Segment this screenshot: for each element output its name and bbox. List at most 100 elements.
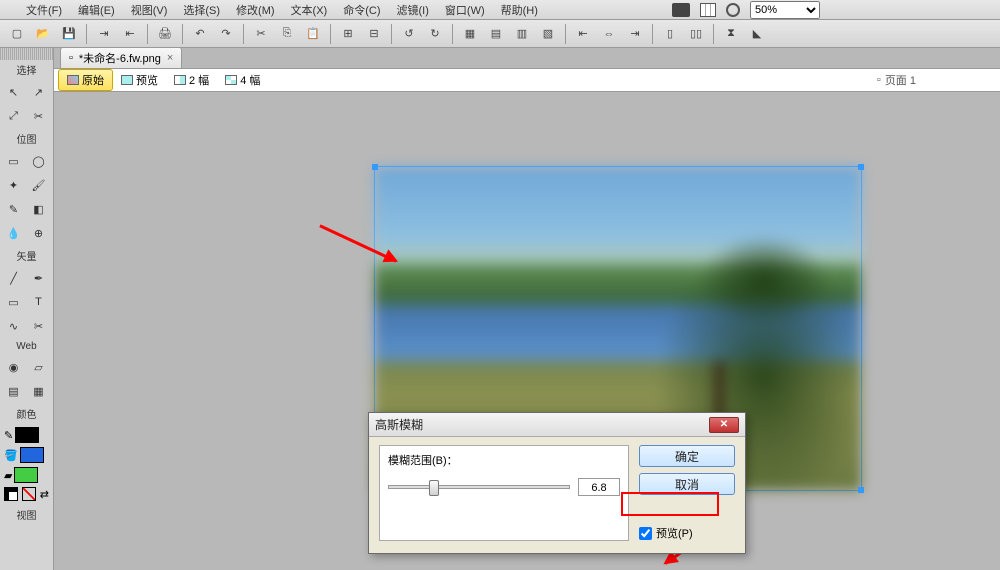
ok-button[interactable]: 确定: [639, 445, 735, 467]
lasso-tool-icon[interactable]: ◯: [27, 150, 50, 172]
handle-tl[interactable]: [372, 164, 378, 170]
show-slice-icon[interactable]: ▦: [27, 380, 50, 402]
wand-tool-icon[interactable]: ✦: [2, 174, 25, 196]
menu-window[interactable]: 窗口(W): [439, 0, 491, 20]
group-color-label: 颜色: [0, 404, 53, 423]
freeform-tool-icon[interactable]: ∿: [2, 315, 25, 337]
handle-tr[interactable]: [858, 164, 864, 170]
align-center-icon[interactable]: ⇔: [598, 23, 620, 45]
rect-tool-icon[interactable]: ▭: [2, 291, 25, 313]
canvas[interactable]: 高斯模糊 ✕ 模糊范围(B)： 6.8 确定 取消: [54, 92, 1000, 570]
pen-tool-icon[interactable]: ✒: [27, 267, 50, 289]
dialog-titlebar[interactable]: 高斯模糊 ✕: [369, 413, 745, 437]
stroke-swatch[interactable]: [15, 427, 39, 443]
hotspot-tool-icon[interactable]: ◉: [2, 356, 25, 378]
fill2-icon: ▰: [4, 469, 12, 482]
export-icon[interactable]: ⇤: [119, 23, 141, 45]
document-tab[interactable]: ▫ *未命名-6.fw.png ×: [60, 47, 182, 68]
menu-bar: 文件(F) 编辑(E) 视图(V) 选择(S) 修改(M) 文本(X) 命令(C…: [0, 0, 1000, 20]
cut-icon[interactable]: ✂: [250, 23, 272, 45]
undo-icon[interactable]: ↶: [189, 23, 211, 45]
swap-colors-icon[interactable]: ⇄: [40, 488, 49, 501]
subselect-tool-icon[interactable]: ↗: [27, 81, 50, 103]
view-mode-bar: 原始 预览 2 幅 4 幅 ▫页面 1: [54, 68, 1000, 92]
document-tabs: ▫ *未命名-6.fw.png ×: [54, 48, 1000, 68]
panel-grip[interactable]: [0, 48, 53, 60]
layout-grid-icon[interactable]: [700, 3, 716, 17]
save-icon[interactable]: 💾: [58, 23, 80, 45]
blur-slider[interactable]: [388, 485, 570, 489]
blur-value-input[interactable]: 6.8: [578, 478, 620, 496]
menu-filters[interactable]: 滤镜(I): [391, 0, 435, 20]
view-4up-label: 4 幅: [240, 72, 260, 88]
flip-v-icon[interactable]: ◣: [746, 23, 768, 45]
menu-commands[interactable]: 命令(C): [337, 0, 386, 20]
close-tab-icon[interactable]: ×: [167, 52, 173, 64]
no-color-icon[interactable]: [22, 487, 36, 501]
send-back-icon[interactable]: ▧: [537, 23, 559, 45]
new-file-icon[interactable]: ▢: [6, 23, 28, 45]
align-left-icon[interactable]: ⇤: [572, 23, 594, 45]
eraser-tool-icon[interactable]: ◧: [27, 198, 50, 220]
rotate-ccw-icon[interactable]: ↺: [398, 23, 420, 45]
open-file-icon[interactable]: 📂: [32, 23, 54, 45]
menu-help[interactable]: 帮助(H): [495, 0, 544, 20]
menu-select[interactable]: 选择(S): [177, 0, 226, 20]
text-tool-icon[interactable]: T: [27, 291, 50, 313]
align-right-icon[interactable]: ⇥: [624, 23, 646, 45]
view-preview-button[interactable]: 预览: [113, 70, 166, 90]
import-icon[interactable]: ⇥: [93, 23, 115, 45]
bring-forward-icon[interactable]: ▤: [485, 23, 507, 45]
line-tool-icon[interactable]: ╱: [2, 267, 25, 289]
tab-title: *未命名-6.fw.png: [79, 50, 161, 66]
page-indicator[interactable]: ▫页面 1: [877, 72, 916, 88]
preview-checkbox[interactable]: [639, 527, 652, 540]
menu-file[interactable]: 文件(F): [20, 0, 68, 20]
zoom-select[interactable]: 50%: [750, 1, 820, 19]
crop-tool-icon[interactable]: ✂: [27, 105, 50, 127]
fill2-swatch[interactable]: [14, 467, 38, 483]
rotate-cw-icon[interactable]: ↻: [424, 23, 446, 45]
pages-icon[interactable]: ▯▯: [685, 23, 707, 45]
menu-modify[interactable]: 修改(M): [230, 0, 281, 20]
preview-checkbox-row[interactable]: 预览(P): [639, 525, 735, 541]
slider-thumb[interactable]: [429, 480, 439, 496]
page-label: 页面 1: [885, 72, 916, 88]
brush-tool-icon[interactable]: 🖌: [27, 174, 50, 196]
ungroup-icon[interactable]: ⊟: [363, 23, 385, 45]
stroke-icon: ✎: [4, 429, 13, 442]
view-original-button[interactable]: 原始: [58, 69, 113, 91]
group-icon[interactable]: ⊞: [337, 23, 359, 45]
handle-br[interactable]: [858, 487, 864, 493]
send-backward-icon[interactable]: ▥: [511, 23, 533, 45]
redo-icon[interactable]: ↷: [215, 23, 237, 45]
blur-range-label: 模糊范围(B)：: [388, 452, 620, 468]
default-colors-icon[interactable]: [4, 487, 18, 501]
dialog-close-button[interactable]: ✕: [709, 417, 739, 433]
fill-swatch[interactable]: [20, 447, 44, 463]
stamp-tool-icon[interactable]: ⊕: [27, 222, 50, 244]
scale-tool-icon[interactable]: ⤢: [2, 105, 25, 127]
annotation-highlight-preview: [621, 492, 719, 516]
copy-icon[interactable]: ⎘: [276, 23, 298, 45]
menu-text[interactable]: 文本(X): [285, 0, 334, 20]
pointer-tool-icon[interactable]: ↖: [2, 81, 25, 103]
print-icon[interactable]: 🖨: [154, 23, 176, 45]
flip-h-icon[interactable]: ⧗: [720, 23, 742, 45]
app-mode-icon[interactable]: [672, 3, 690, 17]
menu-view[interactable]: 视图(V): [125, 0, 174, 20]
zoom-controls: 50%: [672, 1, 820, 19]
slice-tool-icon[interactable]: ▱: [27, 356, 50, 378]
blur-tool-icon[interactable]: 💧: [2, 222, 25, 244]
bring-front-icon[interactable]: ▦: [459, 23, 481, 45]
view-2up-button[interactable]: 2 幅: [166, 70, 217, 90]
marquee-tool-icon[interactable]: ▭: [2, 150, 25, 172]
hide-slice-icon[interactable]: ▤: [2, 380, 25, 402]
paste-icon[interactable]: 📋: [302, 23, 324, 45]
menu-edit[interactable]: 编辑(E): [72, 0, 121, 20]
page-icon[interactable]: ▯: [659, 23, 681, 45]
knife-tool-icon[interactable]: ✂: [27, 315, 50, 337]
view-4up-button[interactable]: 4 幅: [217, 70, 268, 90]
pencil-tool-icon[interactable]: ✎: [2, 198, 25, 220]
search-icon[interactable]: [726, 3, 740, 17]
